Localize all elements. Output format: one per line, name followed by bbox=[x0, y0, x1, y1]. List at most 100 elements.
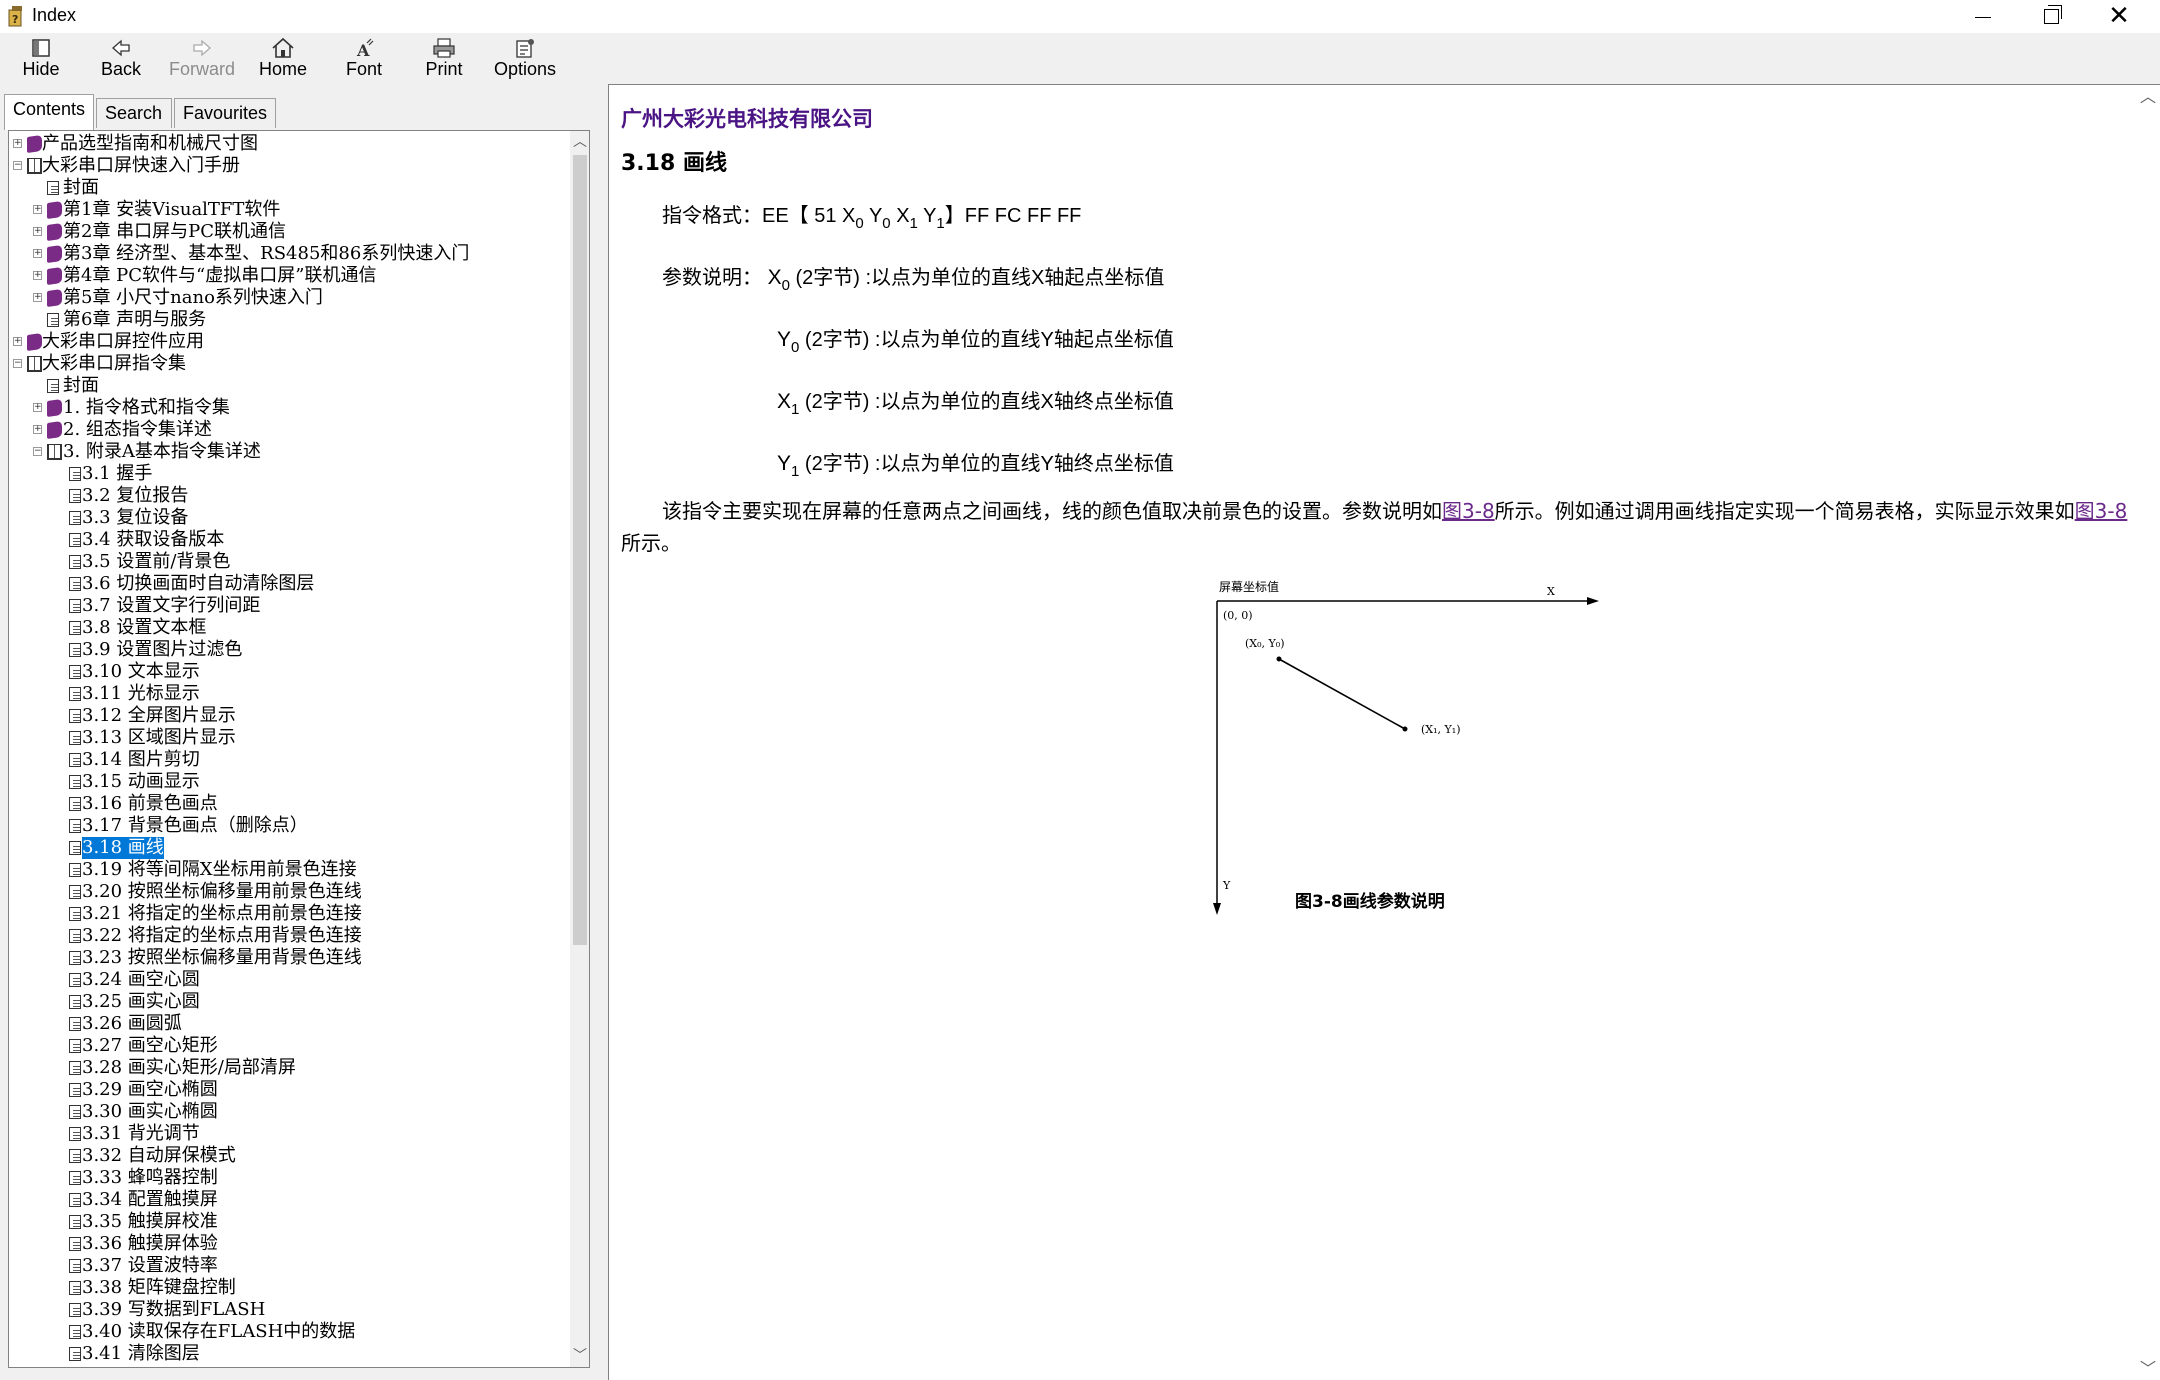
tree-item[interactable]: 3.6 切换画面时自动清除图层 bbox=[9, 573, 561, 595]
tree-item[interactable]: 3.22 将指定的坐标点用背景色连接 bbox=[9, 925, 561, 947]
tree-item[interactable]: 3.21 将指定的坐标点用前景色连接 bbox=[9, 903, 561, 925]
tree-item[interactable]: 3.27 画空心矩形 bbox=[9, 1035, 561, 1057]
tree-item[interactable]: 3.1 握手 bbox=[9, 463, 561, 485]
tree-item-label: 3.33 蜂鸣器控制 bbox=[82, 1167, 218, 1188]
title-bar: ? Index ✕ bbox=[0, 0, 2160, 34]
tree-item[interactable]: + 第2章 串口屏与PC联机通信 bbox=[9, 221, 561, 243]
tree-item[interactable]: 3.24 画空心圆 bbox=[9, 969, 561, 991]
tree-item[interactable]: 3.17 背景色画点（删除点） bbox=[9, 815, 561, 837]
expand-icon[interactable]: + bbox=[33, 293, 42, 302]
font-button[interactable]: A Font bbox=[324, 35, 404, 83]
tree-item[interactable]: +1. 指令格式和指令集 bbox=[9, 397, 561, 419]
tree-item-label: 3.36 触摸屏体验 bbox=[82, 1233, 218, 1254]
tree-item[interactable]: 3.23 按照坐标偏移量用背景色连线 bbox=[9, 947, 561, 969]
scrollbar-thumb[interactable] bbox=[573, 155, 587, 945]
page-icon bbox=[69, 1039, 81, 1053]
tree-item[interactable]: + 第5章 小尺寸nano系列快速入门 bbox=[9, 287, 561, 309]
tree-item[interactable]: 3.38 矩阵键盘控制 bbox=[9, 1277, 561, 1299]
collapse-icon[interactable]: − bbox=[13, 161, 22, 170]
tree-item[interactable]: 3.5 设置前/背景色 bbox=[9, 551, 561, 573]
screen-coord-label: 屏幕坐标值 bbox=[1219, 579, 1279, 594]
tree-item[interactable]: 3.34 配置触摸屏 bbox=[9, 1189, 561, 1211]
content-scrollbar[interactable]: ︿ ﹀ bbox=[2136, 85, 2160, 1380]
close-button[interactable]: ✕ bbox=[2086, 0, 2152, 33]
tree-item[interactable]: 3.39 写数据到FLASH bbox=[9, 1299, 561, 1321]
tree-item[interactable]: 3.12 全屏图片显示 bbox=[9, 705, 561, 727]
tree-item[interactable]: 3.19 将等间隔X坐标用前景色连接 bbox=[9, 859, 561, 881]
tree-item[interactable]: 3.40 读取保存在FLASH中的数据 bbox=[9, 1321, 561, 1343]
tree-item[interactable]: 3.36 触摸屏体验 bbox=[9, 1233, 561, 1255]
tree-item[interactable]: 3.33 蜂鸣器控制 bbox=[9, 1167, 561, 1189]
tree-item[interactable]: 3.3 复位设备 bbox=[9, 507, 561, 529]
figure-link[interactable]: 图3-8 bbox=[2075, 499, 2128, 523]
page-icon bbox=[69, 1061, 81, 1075]
tree-item[interactable]: 3.29 画空心椭圆 bbox=[9, 1079, 561, 1101]
tab-search[interactable]: Search bbox=[96, 98, 172, 128]
expand-icon[interactable]: + bbox=[13, 337, 22, 346]
tree-item[interactable]: + 第4章 PC软件与“虚拟串口屏”联机通信 bbox=[9, 265, 561, 287]
tree-item[interactable]: 3.4 获取设备版本 bbox=[9, 529, 561, 551]
tree-item[interactable]: 3.20 按照坐标偏移量用前景色连线 bbox=[9, 881, 561, 903]
tree-item[interactable]: 3.28 画实心矩形/局部清屏 bbox=[9, 1057, 561, 1079]
tree-item[interactable]: + 第3章 经济型、基本型、RS485和86系列快速入门 bbox=[9, 243, 561, 265]
tree-item[interactable]: 3.30 画实心椭圆 bbox=[9, 1101, 561, 1123]
scroll-up-icon[interactable]: ︿ bbox=[570, 131, 589, 153]
tree-item[interactable]: 3.31 背光调节 bbox=[9, 1123, 561, 1145]
tree-item[interactable]: 3.37 设置波特率 bbox=[9, 1255, 561, 1277]
expand-icon[interactable]: + bbox=[33, 227, 42, 236]
tab-contents[interactable]: Contents bbox=[4, 94, 94, 130]
restore-button[interactable] bbox=[2018, 0, 2084, 33]
scroll-up-icon[interactable]: ︿ bbox=[2136, 85, 2160, 109]
expand-icon[interactable]: + bbox=[13, 139, 22, 148]
hide-button[interactable]: Hide bbox=[1, 35, 81, 83]
minimize-button[interactable] bbox=[1950, 0, 2016, 33]
collapse-icon[interactable]: − bbox=[33, 447, 42, 456]
tree-item[interactable]: 3.25 画实心圆 bbox=[9, 991, 561, 1013]
tree-item[interactable]: + 大彩串口屏控件应用 bbox=[9, 331, 561, 353]
tree-item[interactable]: − 3. 附录A基本指令集详述 bbox=[9, 441, 561, 463]
scroll-down-icon[interactable]: ﹀ bbox=[570, 1345, 589, 1367]
tree-item[interactable]: − 大彩串口屏指令集 bbox=[9, 353, 561, 375]
tree-item[interactable]: 封面 bbox=[9, 177, 561, 199]
expand-icon[interactable]: + bbox=[33, 249, 42, 258]
back-button[interactable]: Back bbox=[81, 35, 161, 83]
tree-item[interactable]: 3.14 图片剪切 bbox=[9, 749, 561, 771]
tree-item-label: 3.23 按照坐标偏移量用背景色连线 bbox=[82, 947, 362, 968]
collapse-icon[interactable]: − bbox=[13, 359, 22, 368]
tree-item[interactable]: 3.9 设置图片过滤色 bbox=[9, 639, 561, 661]
tree-item[interactable]: + 产品选型指南和机械尺寸图 bbox=[9, 133, 561, 155]
param-x0: 参数说明： X0 (2字节) :以点为单位的直线X轴起点坐标值 bbox=[662, 266, 1165, 294]
command-format: 指令格式：EE【 51 X0 Y0 X1 Y1】FF FC FF FF bbox=[662, 205, 1082, 232]
tree-item[interactable]: 3.32 自动屏保模式 bbox=[9, 1145, 561, 1167]
tree-item[interactable]: 3.11 光标显示 bbox=[9, 683, 561, 705]
home-button[interactable]: Home bbox=[243, 35, 323, 83]
tab-favourites[interactable]: Favourites bbox=[174, 98, 276, 128]
tree-item[interactable]: 封面 bbox=[9, 375, 561, 397]
tree-item[interactable]: 3.15 动画显示 bbox=[9, 771, 561, 793]
tree-item[interactable]: 3.18 画线 bbox=[9, 837, 561, 859]
tree-item-label: 第3章 经济型、基本型、RS485和86系列快速入门 bbox=[63, 243, 470, 264]
tree-item[interactable]: − 大彩串口屏快速入门手册 bbox=[9, 155, 561, 177]
tree-item[interactable]: 3.7 设置文字行列间距 bbox=[9, 595, 561, 617]
tree-item[interactable]: +2. 组态指令集详述 bbox=[9, 419, 561, 441]
tree-item[interactable]: 3.13 区域图片显示 bbox=[9, 727, 561, 749]
tree-item[interactable]: 3.16 前景色画点 bbox=[9, 793, 561, 815]
scroll-down-icon[interactable]: ﹀ bbox=[2136, 1357, 2160, 1380]
tree-item[interactable]: 第6章 声明与服务 bbox=[9, 309, 561, 331]
figure-link[interactable]: 图3-8 bbox=[1442, 499, 1495, 523]
tree-item[interactable]: 3.2 复位报告 bbox=[9, 485, 561, 507]
expand-icon[interactable]: + bbox=[33, 205, 42, 214]
tree-scrollbar[interactable]: ︿ ﹀ bbox=[570, 131, 589, 1367]
tree-item[interactable]: + 第1章 安装VisualTFT软件 bbox=[9, 199, 561, 221]
print-button[interactable]: Print bbox=[404, 35, 484, 83]
options-button[interactable]: Options bbox=[485, 35, 565, 83]
expand-icon[interactable]: + bbox=[33, 403, 42, 412]
forward-button[interactable]: Forward bbox=[162, 35, 242, 83]
tree-item[interactable]: 3.10 文本显示 bbox=[9, 661, 561, 683]
expand-icon[interactable]: + bbox=[33, 425, 42, 434]
tree-item[interactable]: 3.26 画圆弧 bbox=[9, 1013, 561, 1035]
expand-icon[interactable]: + bbox=[33, 271, 42, 280]
tree-item[interactable]: 3.41 清除图层 bbox=[9, 1343, 561, 1365]
tree-item[interactable]: 3.35 触摸屏校准 bbox=[9, 1211, 561, 1233]
tree-item[interactable]: 3.8 设置文本框 bbox=[9, 617, 561, 639]
